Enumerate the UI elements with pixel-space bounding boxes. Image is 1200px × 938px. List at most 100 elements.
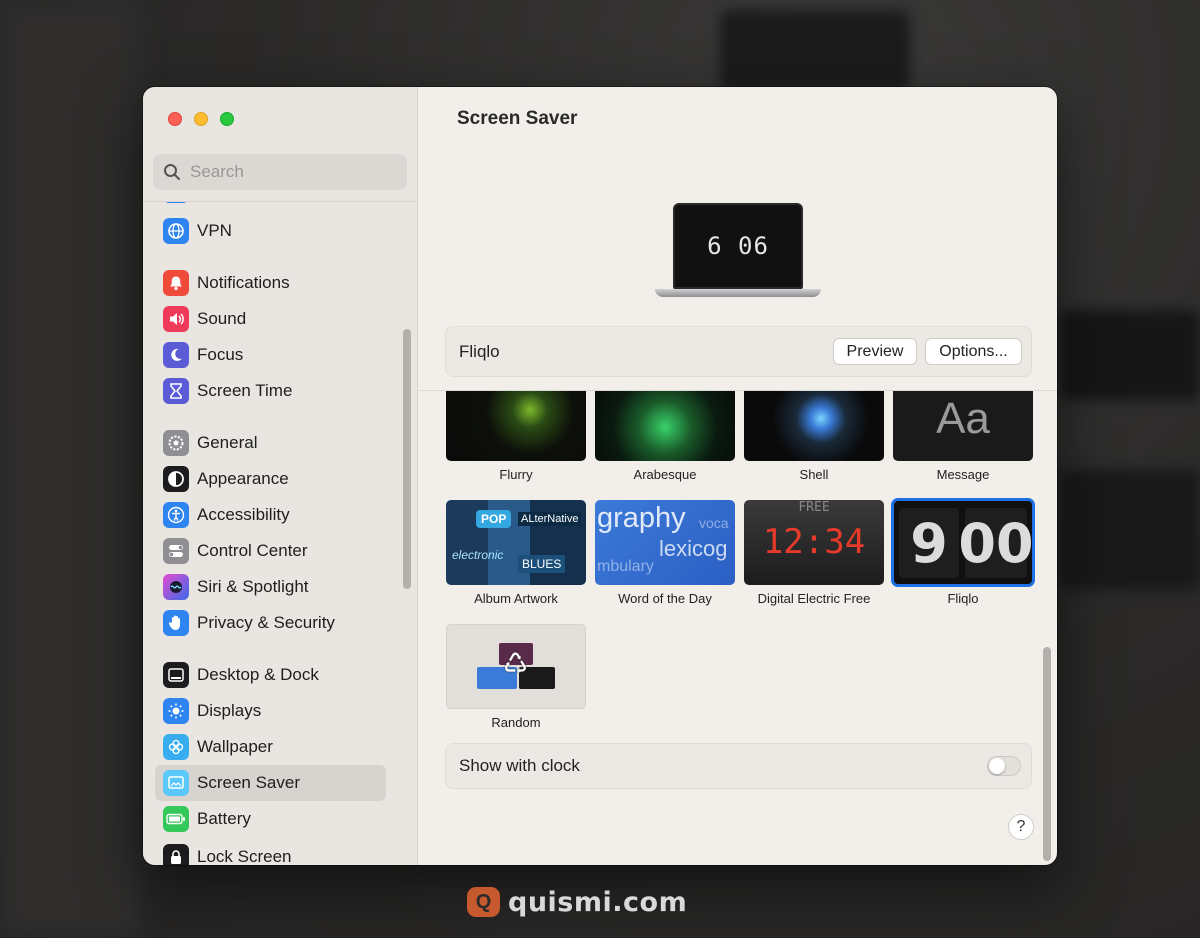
watermark: Q quismi.com xyxy=(467,886,687,918)
siri-icon xyxy=(163,574,189,600)
saver-tile-arabesque[interactable]: Arabesque xyxy=(595,391,735,482)
saver-tile-flurry[interactable]: Flurry xyxy=(446,391,586,482)
sidebar-scrollbar[interactable] xyxy=(403,329,411,589)
shuffle-icon: ♺ xyxy=(503,648,529,679)
album-text: BLUES xyxy=(518,555,566,573)
options-button[interactable]: Options... xyxy=(925,338,1022,365)
saver-label: Message xyxy=(936,467,990,482)
sidebar-item-label: Screen Time xyxy=(197,381,293,400)
saver-label: Flurry xyxy=(499,467,533,482)
saver-tile-word-of-the-day[interactable]: graphy voca lexicog mbulary Word of the … xyxy=(595,500,735,606)
sidebar-item-sound[interactable]: Sound xyxy=(155,301,386,337)
album-artwork-thumbnail: POP ALterNative BLUES electronic xyxy=(446,500,586,585)
maximize-window-button[interactable] xyxy=(220,112,234,126)
current-saver-bar: Fliqlo Preview Options... xyxy=(445,326,1032,377)
sidebar-item-label: Siri & Spotlight xyxy=(197,577,309,596)
sidebar-item-notifications[interactable]: Notifications xyxy=(155,265,386,301)
help-button[interactable]: ? xyxy=(1008,814,1034,840)
word-text: voca xyxy=(699,515,729,531)
accessibility-icon xyxy=(163,502,189,528)
hourglass-icon xyxy=(163,378,189,404)
digital-free-text: FREE xyxy=(798,500,830,515)
word-text: lexicog xyxy=(659,536,728,561)
saver-tile-message[interactable]: Aa Message xyxy=(893,391,1033,482)
screensaver-icon xyxy=(163,770,189,796)
saver-label: Word of the Day xyxy=(618,591,712,606)
saver-tile-fliqlo[interactable]: 9 00 Fliqlo xyxy=(891,498,1035,606)
window-controls xyxy=(168,112,234,126)
sidebar-item-control-center[interactable]: Control Center xyxy=(155,533,386,569)
sidebar-item-partial[interactable] xyxy=(155,202,386,208)
random-thumbnail: ♺ xyxy=(446,624,586,709)
flurry-thumbnail xyxy=(446,391,586,461)
sidebar-item-focus[interactable]: Focus xyxy=(155,337,386,373)
show-with-clock-row: Show with clock xyxy=(445,743,1032,789)
sidebar-item-label: Appearance xyxy=(197,469,289,488)
saver-label: Fliqlo xyxy=(947,591,979,606)
album-text: POP xyxy=(476,510,512,528)
flower-icon xyxy=(163,734,189,760)
toggle-knob xyxy=(989,758,1005,774)
saver-tile-shell[interactable]: Shell xyxy=(744,391,884,482)
laptop-screen: 6 06 xyxy=(673,203,803,289)
message-thumbnail: Aa xyxy=(893,391,1033,461)
saver-tile-digital-electric-free[interactable]: FREE 12:34 Digital Electric Free xyxy=(744,500,884,606)
sidebar-list: VPN Notifications Sound Focus Screen Tim… xyxy=(155,202,386,865)
saver-label: Shell xyxy=(799,467,829,482)
digital-time-text: 12:34 xyxy=(762,522,866,562)
album-text: ALterNative xyxy=(518,512,582,526)
sidebar-item-accessibility[interactable]: Accessibility xyxy=(155,497,386,533)
toggles-icon xyxy=(163,538,189,564)
sidebar-item-label: Sound xyxy=(197,309,247,328)
sidebar-item-general[interactable]: General xyxy=(155,425,386,461)
sidebar-item-siri-spotlight[interactable]: Siri & Spotlight xyxy=(155,569,386,605)
sidebar-item-label: Screen Saver xyxy=(197,773,300,792)
hand-icon xyxy=(163,610,189,636)
gear-icon xyxy=(163,430,189,456)
content-scrollbar[interactable] xyxy=(1043,647,1051,861)
arabesque-thumbnail xyxy=(595,391,735,461)
fliqlo-minute: 00 xyxy=(958,508,1033,578)
sidebar-item-privacy-security[interactable]: Privacy & Security xyxy=(155,605,386,641)
search-field[interactable] xyxy=(153,154,407,190)
saver-tile-album-artwork[interactable]: POP ALterNative BLUES electronic Album A… xyxy=(446,500,586,606)
sidebar-item-wallpaper[interactable]: Wallpaper xyxy=(155,729,386,765)
bell-icon xyxy=(163,270,189,296)
saver-label: Album Artwork xyxy=(474,591,558,606)
sidebar-item-label: Lock Screen xyxy=(197,847,292,865)
sun-icon xyxy=(163,698,189,724)
close-window-button[interactable] xyxy=(168,112,182,126)
appearance-icon xyxy=(163,466,189,492)
show-with-clock-toggle[interactable] xyxy=(987,756,1021,776)
word-of-the-day-thumbnail: graphy voca lexicog mbulary xyxy=(595,500,735,585)
saver-label: Random xyxy=(491,715,541,730)
sidebar-item-screen-time[interactable]: Screen Time xyxy=(155,373,386,409)
screen-saver-grid: Flurry Arabesque Shell Aa Message POP AL… xyxy=(419,391,1057,865)
sidebar-item-label: Wallpaper xyxy=(197,737,273,756)
sidebar-item-label: Battery xyxy=(197,809,251,828)
sidebar-item-appearance[interactable]: Appearance xyxy=(155,461,386,497)
sidebar-item-desktop-dock[interactable]: Desktop & Dock xyxy=(155,657,386,693)
search-input[interactable] xyxy=(190,162,390,182)
sidebar-item-lock-screen[interactable]: Lock Screen xyxy=(155,839,386,865)
page-title: Screen Saver xyxy=(457,108,578,129)
sidebar-item-label: Desktop & Dock xyxy=(197,665,319,684)
sidebar-item-label: Focus xyxy=(197,345,244,364)
partial-icon xyxy=(163,202,189,203)
sidebar-item-screen-saver[interactable]: Screen Saver xyxy=(155,765,386,801)
sidebar-item-vpn[interactable]: VPN xyxy=(155,213,386,249)
main-content: Screen Saver 6 06 Fliqlo Preview Options… xyxy=(419,87,1057,865)
battery-icon xyxy=(163,806,189,832)
sidebar-item-label: Notifications xyxy=(197,273,290,292)
minimize-window-button[interactable] xyxy=(194,112,208,126)
sidebar-item-label: VPN xyxy=(197,221,232,240)
sidebar-item-displays[interactable]: Displays xyxy=(155,693,386,729)
word-text: mbulary xyxy=(597,558,654,575)
sidebar-item-label: Accessibility xyxy=(197,505,290,524)
fliqlo-thumbnail: 9 00 xyxy=(891,498,1035,587)
sidebar: VPN Notifications Sound Focus xyxy=(143,87,418,865)
preview-button[interactable]: Preview xyxy=(833,338,917,365)
sidebar-item-battery[interactable]: Battery xyxy=(155,801,386,837)
sidebar-item-label: Control Center xyxy=(197,541,308,560)
saver-tile-random[interactable]: ♺ Random xyxy=(446,624,586,730)
